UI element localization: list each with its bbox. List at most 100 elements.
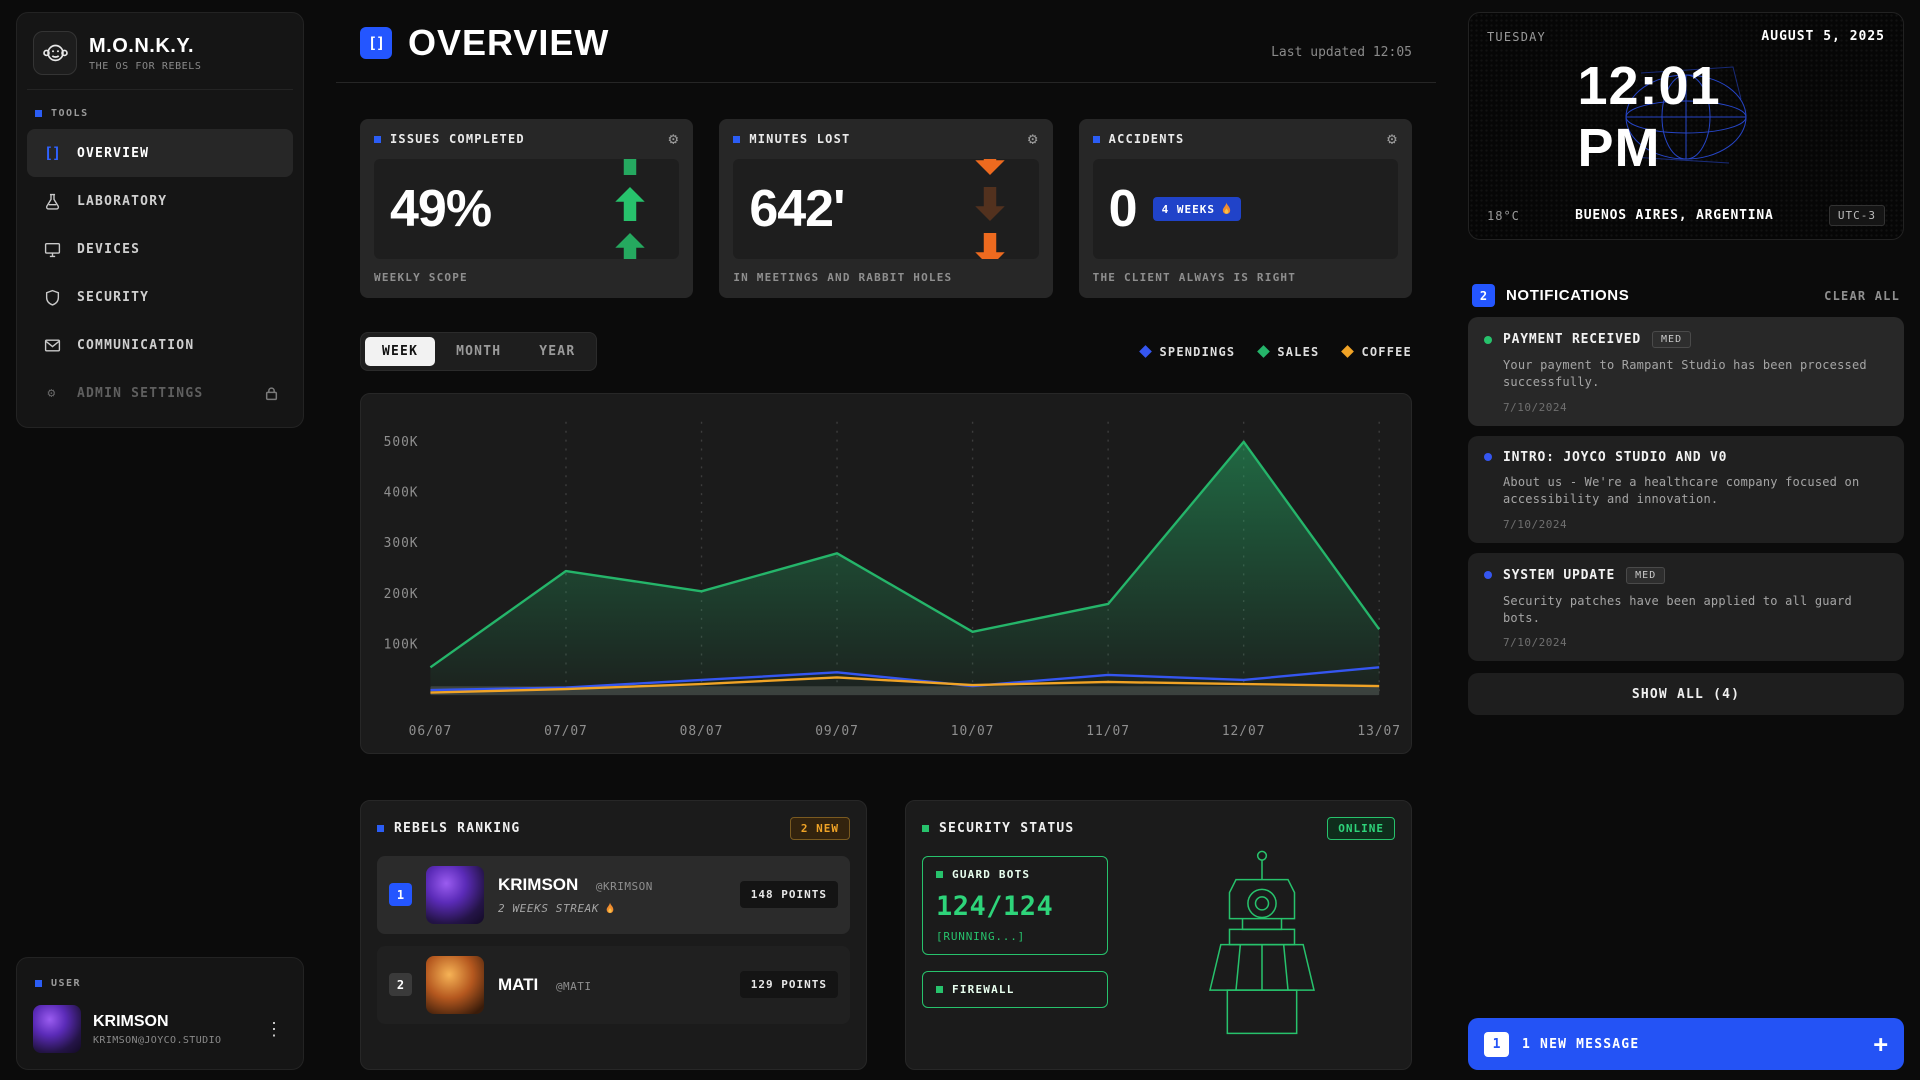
app-subtitle: THE OS FOR REBELS <box>89 61 202 72</box>
notification-header: INTRO: JOYCO STUDIO AND V0 <box>1484 450 1888 465</box>
clock-card: TUESDAY AUGUST 5, 2025 12:01 PM 18°C BUE… <box>1468 12 1904 240</box>
chart-legend: SPENDINGS SALES COFFEE <box>1141 345 1412 359</box>
guard-bots-label: GUARD BOTS <box>952 868 1030 881</box>
stat-caption: THE CLIENT ALWAYS IS RIGHT <box>1093 271 1398 284</box>
nav-label: SECURITY <box>77 290 149 305</box>
rank-info: KRIMSON @KRIMSON 2 WEEKS STREAK <box>498 875 653 915</box>
bullet-icon <box>936 871 943 878</box>
clock-header: TUESDAY AUGUST 5, 2025 <box>1487 29 1885 44</box>
section-bullet-icon <box>35 110 42 117</box>
ranking-list: 1 KRIMSON @KRIMSON 2 WEEKS STREAK <box>377 856 850 1024</box>
sidebar-user-card: USER KRIMSON KRIMSON@JOYCO.STUDIO ⋮ <box>16 957 304 1070</box>
rank-handle: @MATI <box>556 980 592 993</box>
firewall-label: FIREWALL <box>952 983 1015 996</box>
message-text: 1 NEW MESSAGE <box>1522 1037 1639 1052</box>
gear-icon[interactable]: ⚙ <box>668 131 679 147</box>
sidebar-item-devices[interactable]: DEVICES <box>27 225 293 273</box>
bullet-icon <box>922 825 929 832</box>
stat-header: ACCIDENTS ⚙ <box>1093 131 1398 147</box>
notification-body: Your payment to Rampant Studio has been … <box>1503 357 1888 392</box>
stat-title: ISSUES COMPLETED <box>390 132 525 146</box>
sidebar-item-admin-settings[interactable]: ⚙ ADMIN SETTINGS <box>27 369 293 417</box>
ranking-row-2[interactable]: 2 MATI @MATI 129 POINTS <box>377 946 850 1024</box>
plus-icon[interactable]: + <box>1874 1032 1888 1056</box>
stat-title: ACCIDENTS <box>1109 132 1185 146</box>
svg-text:200K: 200K <box>384 587 419 602</box>
notification-header: PAYMENT RECEIVED MED <box>1484 331 1888 348</box>
app-layout: M.O.N.K.Y. THE OS FOR REBELS TOOLS [] OV… <box>0 0 1920 1080</box>
rebels-ranking-panel: REBELS RANKING 2 NEW 1 KRIMSON @KRIMSON <box>360 800 867 1070</box>
tab-week[interactable]: WEEK <box>365 337 435 366</box>
stat-value: 49% <box>390 183 491 235</box>
avatar <box>426 866 484 924</box>
gear-icon[interactable]: ⚙ <box>1028 131 1039 147</box>
sidebar: M.O.N.K.Y. THE OS FOR REBELS TOOLS [] OV… <box>16 12 304 1070</box>
clear-all-button[interactable]: CLEAR ALL <box>1824 289 1900 303</box>
notification-date: 7/10/2024 <box>1503 518 1888 531</box>
priority-tag: MED <box>1626 567 1665 584</box>
user-avatar <box>33 1005 81 1053</box>
bullet-icon <box>1093 136 1100 143</box>
sidebar-item-laboratory[interactable]: LABORATORY <box>27 177 293 225</box>
gear-icon[interactable]: ⚙ <box>1387 131 1398 147</box>
main-header: [] OVERVIEW Last updated 12:05 <box>336 12 1436 83</box>
notification-card-payment[interactable]: PAYMENT RECEIVED MED Your payment to Ram… <box>1468 317 1904 426</box>
diamond-icon <box>1140 345 1153 358</box>
status-dot-icon <box>1484 453 1492 461</box>
user-label-text: USER <box>51 978 81 989</box>
lock-icon <box>264 386 279 401</box>
brackets-icon: [] <box>41 144 63 162</box>
stat-value-panel: 642' <box>733 159 1038 259</box>
legend-spendings[interactable]: SPENDINGS <box>1141 345 1235 359</box>
guard-bots-status: [RUNNING...] <box>936 930 1094 943</box>
rank-streak-text: 2 WEEKS STREAK <box>498 902 599 915</box>
show-all-button[interactable]: SHOW ALL (4) <box>1468 673 1904 715</box>
sidebar-item-communication[interactable]: COMMUNICATION <box>27 321 293 369</box>
main-body: ISSUES COMPLETED ⚙ 49% WEEKLY SCOPE <box>336 83 1436 1070</box>
page-title: OVERVIEW <box>408 22 609 64</box>
legend-sales[interactable]: SALES <box>1259 345 1319 359</box>
tab-month[interactable]: MONTH <box>439 337 518 366</box>
logo-row: M.O.N.K.Y. THE OS FOR REBELS <box>27 23 293 90</box>
location: BUENOS AIRES, ARGENTINA <box>1575 208 1773 223</box>
panel-header: REBELS RANKING 2 NEW <box>377 817 850 840</box>
panel-title: REBELS RANKING <box>394 821 520 836</box>
ranking-row-1[interactable]: 1 KRIMSON @KRIMSON 2 WEEKS STREAK <box>377 856 850 934</box>
notification-card-intro[interactable]: INTRO: JOYCO STUDIO AND V0 About us - We… <box>1468 436 1904 543</box>
stat-title: MINUTES LOST <box>749 132 850 146</box>
page-title-group: [] OVERVIEW <box>360 22 609 64</box>
svg-text:300K: 300K <box>384 536 419 551</box>
tools-label-text: TOOLS <box>51 108 89 119</box>
temperature: 18°C <box>1487 209 1520 223</box>
bullet-icon <box>377 825 384 832</box>
nav-label: OVERVIEW <box>77 146 149 161</box>
line-chart[interactable]: 500K400K300K200K100K06/0707/0708/0709/07… <box>360 393 1412 754</box>
user-section-label: USER <box>27 968 293 999</box>
clock-footer: 18°C BUENOS AIRES, ARGENTINA UTC-3 <box>1487 205 1885 226</box>
notification-date: 7/10/2024 <box>1503 636 1888 649</box>
legend-label: SALES <box>1277 345 1319 359</box>
user-menu-button[interactable]: ⋮ <box>261 1015 287 1044</box>
tab-year[interactable]: YEAR <box>522 337 592 366</box>
rank-name: KRIMSON <box>498 875 578 894</box>
svg-text:08/07: 08/07 <box>680 724 724 739</box>
stat-value: 0 <box>1109 183 1137 235</box>
notification-card-system-update[interactable]: SYSTEM UPDATE MED Security patches have … <box>1468 553 1904 662</box>
legend-coffee[interactable]: COFFEE <box>1343 345 1412 359</box>
stat-value-panel: 0 4 WEEKS <box>1093 159 1398 259</box>
panel-header: SECURITY STATUS ONLINE <box>922 817 1395 840</box>
new-message-bar[interactable]: 1 1 NEW MESSAGE + <box>1468 1018 1904 1070</box>
rank-streak: 2 WEEKS STREAK <box>498 902 653 915</box>
sidebar-item-security[interactable]: SECURITY <box>27 273 293 321</box>
notification-body: About us - We're a healthcare company fo… <box>1503 474 1888 509</box>
legend-label: COFFEE <box>1361 345 1412 359</box>
stat-header: ISSUES COMPLETED ⚙ <box>374 131 679 147</box>
notifications-count-badge: 2 <box>1472 284 1495 307</box>
priority-tag: MED <box>1652 331 1691 348</box>
nav-label: LABORATORY <box>77 194 167 209</box>
user-profile[interactable]: KRIMSON KRIMSON@JOYCO.STUDIO ⋮ <box>27 999 293 1059</box>
sidebar-item-overview[interactable]: [] OVERVIEW <box>27 129 293 177</box>
sidebar-nav-card: M.O.N.K.Y. THE OS FOR REBELS TOOLS [] OV… <box>16 12 304 428</box>
guard-robot-illustration <box>1197 845 1327 1055</box>
stat-card-issues-completed: ISSUES COMPLETED ⚙ 49% WEEKLY SCOPE <box>360 119 693 298</box>
